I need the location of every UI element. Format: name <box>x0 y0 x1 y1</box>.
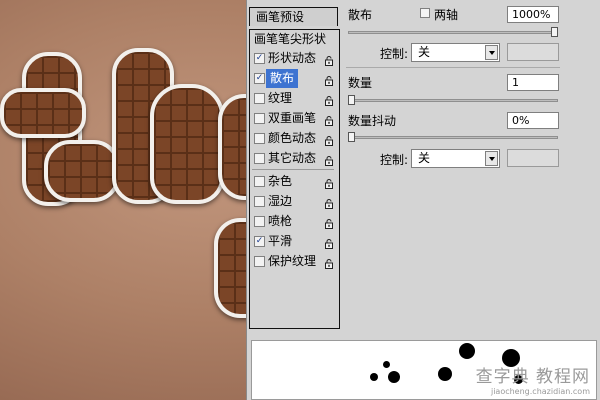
lock-icon[interactable] <box>325 73 333 86</box>
chocolate-letter-t-bar <box>0 88 86 138</box>
checkbox[interactable] <box>254 256 265 267</box>
preview-dot <box>370 373 378 381</box>
brush-setting-label: 湿边 <box>268 194 293 208</box>
checkbox[interactable]: ✓ <box>254 236 265 247</box>
brush-setting-label: 画笔笔尖形状 <box>254 32 327 46</box>
divider <box>346 67 560 68</box>
control-select-2[interactable]: 关 <box>411 149 500 168</box>
control-select-1-value: 关 <box>418 45 431 59</box>
chevron-down-icon <box>485 151 498 166</box>
watermark-title: 查字典 教程网 <box>475 367 590 387</box>
brush-setting-item[interactable]: ✓ 散布 <box>250 69 337 88</box>
lock-icon[interactable] <box>325 236 333 249</box>
checkbox[interactable]: ✓ <box>254 53 265 64</box>
lock-icon[interactable] <box>325 113 333 126</box>
brush-setting-item[interactable]: ✓ 形状动态 <box>250 49 337 68</box>
lock-icon[interactable] <box>325 216 333 229</box>
count-jitter-slider-thumb[interactable] <box>348 132 355 142</box>
preview-dot <box>438 367 452 381</box>
control-label-2: 控制: <box>380 153 409 167</box>
checkbox[interactable]: ✓ <box>254 73 265 84</box>
brush-panel: 画笔预设 画笔笔尖形状 ✓ 形状动态 ✓ 散布 纹理 双重画笔 颜色动态 其它动态 杂色 湿边 喷枪 ✓… <box>246 0 600 400</box>
preview-dot <box>388 371 400 383</box>
lock-icon[interactable] <box>325 153 333 166</box>
brush-setting-label: 平滑 <box>268 234 293 248</box>
brush-setting-label: 杂色 <box>268 174 293 188</box>
count-slider-track[interactable] <box>348 99 558 102</box>
brush-setting-label: 纹理 <box>268 91 293 105</box>
lock-icon[interactable] <box>325 176 333 189</box>
scatter-label: 散布 <box>348 8 373 22</box>
checkbox[interactable] <box>254 113 265 124</box>
brush-setting-item[interactable]: 颜色动态 <box>250 129 337 148</box>
lock-icon[interactable] <box>325 53 333 66</box>
count-jitter-slider-track[interactable] <box>348 136 558 139</box>
brush-setting-label: 喷枪 <box>268 214 293 228</box>
lock-icon[interactable] <box>325 133 333 146</box>
chocolate-letter-h-arch <box>150 84 224 204</box>
scatter-slider-thumb[interactable] <box>551 27 558 37</box>
preview-dot <box>459 343 475 359</box>
control-select-1[interactable]: 关 <box>411 43 500 62</box>
brush-setting-label: 颜色动态 <box>268 131 317 145</box>
brush-setting-item[interactable]: ✓ 平滑 <box>250 232 337 251</box>
count-value-input[interactable]: 1 <box>507 74 559 91</box>
brush-setting-item[interactable]: 湿边 <box>250 192 337 211</box>
brush-setting-item[interactable]: 双重画笔 <box>250 109 337 128</box>
count-slider-thumb[interactable] <box>348 95 355 105</box>
brush-setting-label: 散布 <box>266 69 299 88</box>
brush-setting-label: 其它动态 <box>268 151 317 165</box>
control-greyed-field-1 <box>507 43 559 61</box>
brush-presets-tab[interactable]: 画笔预设 <box>249 7 338 26</box>
brush-stroke-preview: 查字典 教程网 jiaocheng.chazidian.com <box>251 340 597 400</box>
brush-setting-item[interactable]: 杂色 <box>250 172 337 191</box>
control-label-1: 控制: <box>380 47 409 61</box>
control-select-2-value: 关 <box>418 151 431 165</box>
count-jitter-value-input[interactable]: 0% <box>507 112 559 129</box>
watermark: 查字典 教程网 jiaocheng.chazidian.com <box>476 362 590 396</box>
watermark-url: jiaocheng.chazidian.com <box>490 387 590 396</box>
lock-icon[interactable] <box>325 93 333 106</box>
scatter-value-input[interactable]: 1000% <box>507 6 559 23</box>
checkbox[interactable] <box>254 216 265 227</box>
both-axes-checkbox[interactable] <box>420 8 430 18</box>
brush-setting-item[interactable]: 纹理 <box>250 89 337 108</box>
preview-dot <box>383 361 390 368</box>
checkbox[interactable] <box>254 196 265 207</box>
brush-setting-label: 形状动态 <box>268 51 317 65</box>
checkbox[interactable] <box>254 93 265 104</box>
chevron-down-icon <box>485 45 498 60</box>
brush-setting-item[interactable]: 保护纹理 <box>250 252 337 271</box>
brush-setting-item[interactable]: 画笔笔尖形状 <box>250 30 337 49</box>
list-divider <box>252 169 334 170</box>
count-label: 数量 <box>348 76 373 90</box>
brush-setting-label: 双重画笔 <box>268 111 317 125</box>
checkbox[interactable] <box>254 153 265 164</box>
checkbox[interactable] <box>254 133 265 144</box>
count-jitter-label: 数量抖动 <box>348 114 397 128</box>
brush-setting-label: 保护纹理 <box>268 254 317 268</box>
lock-icon[interactable] <box>325 196 333 209</box>
checkbox[interactable] <box>254 176 265 187</box>
brush-setting-item[interactable]: 其它动态 <box>250 149 337 168</box>
both-axes-label: 两轴 <box>434 8 459 22</box>
lock-icon[interactable] <box>325 256 333 269</box>
brush-setting-item[interactable]: 喷枪 <box>250 212 337 231</box>
scatter-slider-track[interactable] <box>348 31 558 34</box>
chocolate-letter-t-foot <box>44 140 120 202</box>
control-greyed-field-2 <box>507 149 559 167</box>
